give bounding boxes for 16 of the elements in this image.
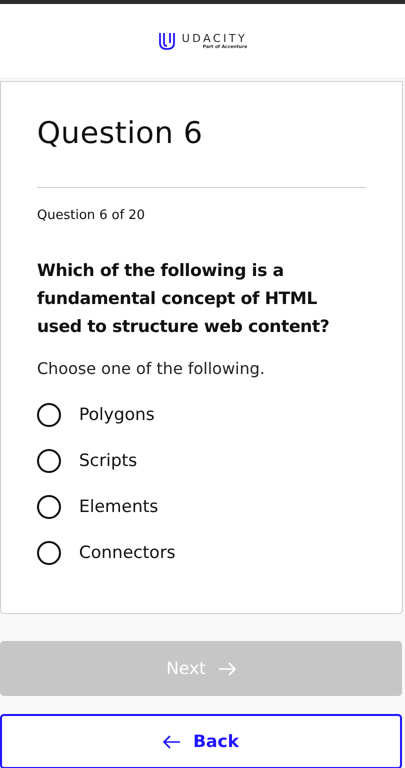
instruction-text: Choose one of the following. xyxy=(37,359,266,378)
radio-button[interactable] xyxy=(37,541,61,565)
question-title: Question 6 xyxy=(37,116,204,151)
option-label[interactable]: Polygons xyxy=(79,405,155,425)
question-text: Which of the following is a fundamental concept of HTML used to structure web content? xyxy=(37,260,330,339)
radio-button[interactable] xyxy=(37,449,61,473)
option-label[interactable]: Elements xyxy=(79,497,158,517)
option-label[interactable]: Scripts xyxy=(79,451,138,471)
radio-button[interactable] xyxy=(37,495,61,519)
arrow-right-icon xyxy=(218,662,236,676)
option-label[interactable]: Connectors xyxy=(79,543,176,563)
back-button[interactable]: Back xyxy=(0,714,402,768)
radio-button[interactable] xyxy=(37,403,61,427)
logo-name: UDACITY xyxy=(182,32,248,45)
arrow-left-icon xyxy=(163,734,182,748)
logo-icon xyxy=(158,31,176,51)
